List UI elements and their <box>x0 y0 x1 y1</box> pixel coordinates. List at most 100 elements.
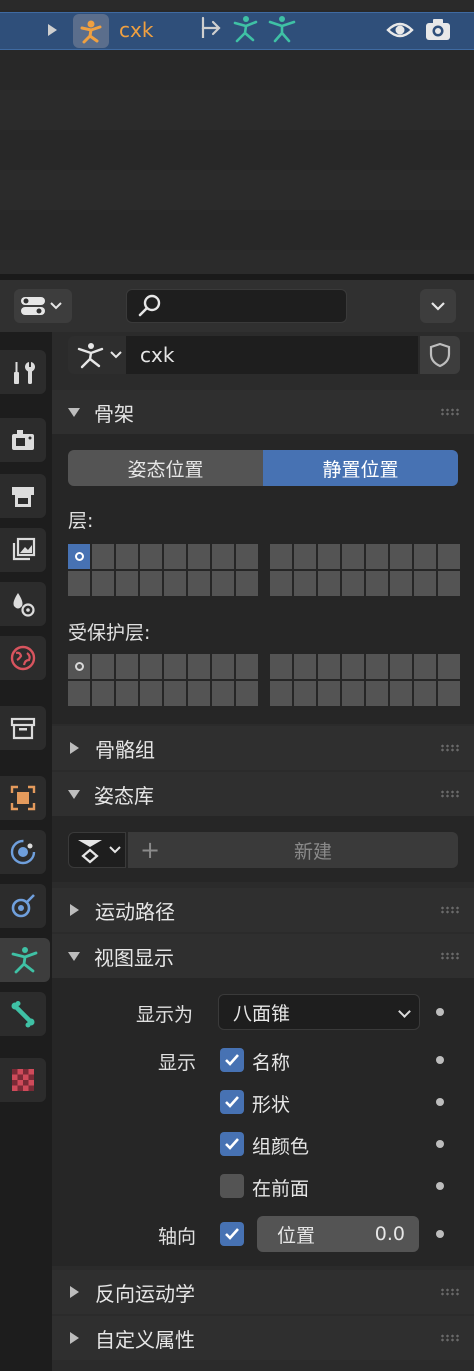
outliner-object-name[interactable]: cxk <box>119 18 153 42</box>
show-axes-checkbox[interactable] <box>220 1222 244 1246</box>
armature-data-icon[interactable] <box>267 14 297 44</box>
protected-layer-toggle[interactable] <box>414 681 436 706</box>
protected-layer-toggle[interactable] <box>318 654 340 679</box>
protected-layer-toggle[interactable] <box>342 681 364 706</box>
protected-layer-toggle[interactable] <box>188 654 210 679</box>
animate-property-dot[interactable] <box>436 1056 444 1064</box>
datablock-name-field[interactable]: cxk <box>126 336 418 374</box>
tab-output[interactable] <box>0 474 46 518</box>
animate-property-dot[interactable] <box>436 1230 444 1238</box>
eye-icon[interactable] <box>386 16 414 44</box>
tab-armature-data[interactable] <box>0 938 50 982</box>
protected-layer-toggle[interactable] <box>212 681 234 706</box>
animate-property-dot[interactable] <box>436 1098 444 1106</box>
protected-layer-toggle[interactable] <box>390 654 412 679</box>
tab-object[interactable] <box>0 776 46 820</box>
skeleton-panel-header[interactable]: 骨架 <box>52 390 474 434</box>
protected-layer-toggle[interactable] <box>438 654 460 679</box>
protected-layer-toggle[interactable] <box>68 681 90 706</box>
tab-collection[interactable] <box>0 706 46 750</box>
layer-toggle[interactable] <box>318 571 340 596</box>
drag-grip-icon[interactable] <box>440 906 460 914</box>
tab-world[interactable] <box>0 636 46 680</box>
protected-layer-toggle[interactable] <box>414 654 436 679</box>
tab-modifiers[interactable] <box>0 830 46 874</box>
layer-toggle[interactable] <box>68 571 90 596</box>
protected-layer-toggle[interactable] <box>294 654 316 679</box>
tab-constraints[interactable] <box>0 884 46 928</box>
protected-layer-toggle[interactable] <box>318 681 340 706</box>
show-names-checkbox[interactable] <box>220 1048 244 1072</box>
layer-toggle[interactable] <box>164 544 186 569</box>
pose-library-browse-button[interactable] <box>68 832 126 868</box>
drag-grip-icon[interactable] <box>440 1334 460 1342</box>
protected-layer-toggle[interactable] <box>164 681 186 706</box>
layer-toggle[interactable] <box>318 544 340 569</box>
layer-toggle[interactable] <box>342 544 364 569</box>
layer-toggle[interactable] <box>188 571 210 596</box>
layer-toggle[interactable] <box>140 571 162 596</box>
protected-layer-toggle[interactable] <box>164 654 186 679</box>
layer-toggle[interactable] <box>116 571 138 596</box>
layer-toggle[interactable] <box>236 571 258 596</box>
modifier-arrow-icon[interactable] <box>197 14 225 44</box>
show-in-front-checkbox[interactable] <box>220 1174 244 1198</box>
layer-toggle[interactable] <box>438 544 460 569</box>
protected-layer-toggle[interactable] <box>236 654 258 679</box>
protected-layer-toggle[interactable] <box>140 654 162 679</box>
layer-toggle[interactable] <box>68 544 90 569</box>
viewport-display-panel-header[interactable]: 视图显示 <box>52 934 474 978</box>
layer-toggle[interactable] <box>270 571 292 596</box>
protected-layer-toggle[interactable] <box>68 654 90 679</box>
protected-layer-toggle[interactable] <box>92 654 114 679</box>
tab-render[interactable] <box>0 418 46 462</box>
drag-grip-icon[interactable] <box>440 790 460 798</box>
protected-layer-toggle[interactable] <box>212 654 234 679</box>
options-dropdown-button[interactable] <box>420 289 456 323</box>
layer-toggle[interactable] <box>164 571 186 596</box>
show-group-colors-label[interactable]: 组颜色 <box>252 1132 309 1159</box>
show-in-front-label[interactable]: 在前面 <box>252 1174 309 1201</box>
display-as-dropdown[interactable]: 八面锥 <box>218 994 420 1030</box>
axes-position-field[interactable]: 位置 0.0 <box>257 1216 419 1252</box>
show-group-colors-checkbox[interactable] <box>220 1132 244 1156</box>
protected-layer-toggle[interactable] <box>270 654 292 679</box>
protected-layer-toggle[interactable] <box>140 681 162 706</box>
protected-layer-toggle[interactable] <box>366 654 388 679</box>
layer-toggle[interactable] <box>438 571 460 596</box>
animate-property-dot[interactable] <box>436 1008 444 1016</box>
layer-toggle[interactable] <box>294 571 316 596</box>
tab-view-layer[interactable] <box>0 528 46 572</box>
datablock-type-button[interactable] <box>68 336 126 374</box>
tab-scene[interactable] <box>0 582 46 626</box>
motion-paths-panel-header[interactable]: 运动路径 <box>52 888 474 932</box>
layer-toggle[interactable] <box>140 544 162 569</box>
layer-toggle[interactable] <box>212 571 234 596</box>
rest-position-button[interactable]: 静置位置 <box>263 450 458 486</box>
protected-layer-toggle[interactable] <box>236 681 258 706</box>
inverse-kinematics-panel-header[interactable]: 反向运动学 <box>52 1270 474 1314</box>
layer-toggle[interactable] <box>342 571 364 596</box>
camera-icon[interactable] <box>424 16 452 44</box>
drag-grip-icon[interactable] <box>440 952 460 960</box>
custom-properties-panel-header[interactable]: 自定义属性 <box>52 1316 474 1360</box>
layer-toggle[interactable] <box>390 544 412 569</box>
tab-tool[interactable] <box>0 350 46 394</box>
protected-layer-toggle[interactable] <box>438 681 460 706</box>
drag-grip-icon[interactable] <box>440 1288 460 1296</box>
protected-layer-toggle[interactable] <box>342 654 364 679</box>
layer-toggle[interactable] <box>92 571 114 596</box>
protected-layer-toggle[interactable] <box>116 654 138 679</box>
layer-toggle[interactable] <box>294 544 316 569</box>
layer-toggle[interactable] <box>414 571 436 596</box>
pose-library-panel-header[interactable]: 姿态库 <box>52 772 474 816</box>
layer-toggle[interactable] <box>414 544 436 569</box>
layer-toggle[interactable] <box>92 544 114 569</box>
animate-property-dot[interactable] <box>436 1182 444 1190</box>
show-shapes-checkbox[interactable] <box>220 1090 244 1114</box>
protected-layer-toggle[interactable] <box>270 681 292 706</box>
new-pose-library-button[interactable]: + 新建 <box>128 832 458 868</box>
armature-object-icon[interactable] <box>73 14 109 48</box>
layer-toggle[interactable] <box>366 571 388 596</box>
tab-texture[interactable] <box>0 1058 46 1102</box>
